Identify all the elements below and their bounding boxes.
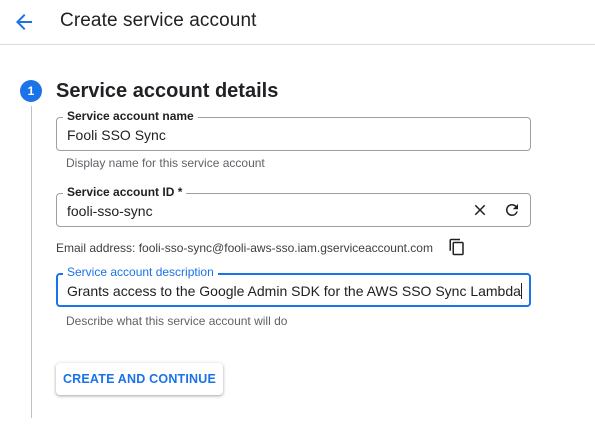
text-caret — [520, 283, 522, 299]
section-title: Service account details — [56, 80, 279, 102]
regenerate-id-button[interactable] — [501, 199, 523, 221]
create-and-continue-button[interactable]: CREATE AND CONTINUE — [56, 363, 223, 395]
service-account-description-field[interactable]: Service account description Grants acces… — [56, 265, 531, 307]
description-text: Grants access to the Google Admin SDK fo… — [67, 283, 521, 299]
close-icon — [474, 204, 486, 216]
service-account-description-hint: Describe what this service account will … — [66, 314, 288, 328]
service-account-id-label: Service account ID * — [63, 185, 187, 199]
service-account-description-value: Grants access to the Google Admin SDK fo… — [67, 283, 522, 299]
step-number-badge: 1 — [20, 80, 42, 102]
refresh-icon — [506, 204, 518, 216]
copy-icon — [449, 238, 464, 256]
service-account-id-field[interactable]: Service account ID * fooli-sso-sync — [56, 185, 531, 227]
clear-id-button[interactable] — [469, 199, 491, 221]
service-account-name-field[interactable]: Service account name Fooli SSO Sync — [56, 109, 531, 151]
service-account-name-label: Service account name — [63, 109, 198, 123]
page-title: Create service account — [60, 10, 257, 31]
back-button[interactable] — [12, 10, 36, 34]
header-divider — [0, 44, 595, 45]
page-header: Create service account — [0, 0, 595, 44]
step-connector-line — [31, 106, 32, 418]
email-address-text: Email address: fooli-sso-sync@fooli-aws-… — [56, 241, 433, 255]
copy-email-button[interactable] — [448, 238, 468, 258]
service-account-description-label: Service account description — [63, 265, 218, 279]
service-account-id-value: fooli-sso-sync — [67, 203, 153, 219]
service-account-name-hint: Display name for this service account — [66, 156, 265, 170]
service-account-name-value: Fooli SSO Sync — [67, 127, 166, 143]
arrow-back-icon — [16, 14, 32, 30]
